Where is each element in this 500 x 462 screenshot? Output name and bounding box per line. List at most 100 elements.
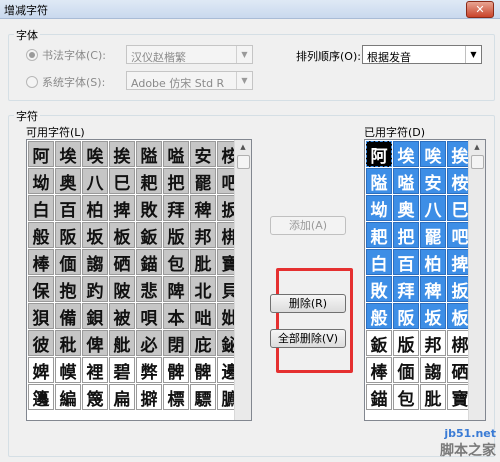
available-char-cell[interactable]: 北 (190, 276, 216, 302)
available-char-cell[interactable]: 白 (28, 195, 54, 221)
available-char-cell[interactable]: 百 (55, 195, 81, 221)
available-char-cell[interactable]: 悲 (136, 276, 162, 302)
available-char-cell[interactable]: 唉 (82, 141, 108, 167)
available-char-cell[interactable]: 舭 (109, 330, 135, 356)
used-char-cell[interactable]: 謅 (420, 357, 446, 383)
available-char-cell[interactable]: 鋇 (82, 303, 108, 329)
available-char-cell[interactable]: 邦 (190, 222, 216, 248)
available-char-cell[interactable]: 狽 (28, 303, 54, 329)
calligraphy-font-select[interactable]: 汉仪赵楷繁 ▼ (126, 45, 253, 64)
used-char-cell[interactable]: 阪 (393, 303, 419, 329)
used-char-cell[interactable]: 偭 (393, 357, 419, 383)
used-char-cell[interactable]: 奥 (393, 195, 419, 221)
available-char-cell[interactable]: 坂 (82, 222, 108, 248)
available-char-cell[interactable]: 阪 (55, 222, 81, 248)
available-char-cell[interactable]: 保 (28, 276, 54, 302)
available-char-cell[interactable]: 髀 (190, 357, 216, 383)
available-char-cell[interactable]: 稗 (190, 195, 216, 221)
available-char-cell[interactable]: 嗌 (163, 141, 189, 167)
used-char-cell[interactable]: 嗌 (393, 168, 419, 194)
available-char-cell[interactable]: 抱 (55, 276, 81, 302)
used-scrollbar[interactable]: ▲ (468, 140, 485, 420)
available-char-cell[interactable]: 婢 (28, 357, 54, 383)
used-char-cell[interactable]: 棒 (366, 357, 392, 383)
add-button[interactable]: 添加(A) (270, 216, 346, 235)
used-chars-grid[interactable]: 阿埃唉挨隘嗌安桉坳奥八巳耙把罷吧白百柏捭敗拜稗扳般阪坂板鈑版邦梆棒偭謅硒錨包肶寶… (364, 139, 486, 421)
available-char-cell[interactable]: 奥 (55, 168, 81, 194)
available-char-cell[interactable]: 板 (109, 222, 135, 248)
system-font-radio[interactable]: 系统字体(S): (26, 74, 105, 90)
used-char-cell[interactable]: 般 (366, 303, 392, 329)
available-char-cell[interactable]: 拜 (163, 195, 189, 221)
used-char-cell[interactable]: 鈑 (366, 330, 392, 356)
used-char-cell[interactable]: 包 (393, 384, 419, 410)
available-char-cell[interactable]: 八 (82, 168, 108, 194)
available-char-cell[interactable]: 般 (28, 222, 54, 248)
available-char-cell[interactable]: 俾 (82, 330, 108, 356)
available-chars-grid[interactable]: 阿埃唉挨隘嗌安桉坳奥八巳耙把罷吧白百柏捭敗拜稗扳般阪坂板鈑版邦梆棒偭謅硒錨包肶寶… (26, 139, 252, 421)
available-char-cell[interactable]: 硒 (109, 249, 135, 275)
sort-order-select[interactable]: 根据发音 ▼ (362, 45, 482, 64)
used-char-cell[interactable]: 錨 (366, 384, 392, 410)
available-char-cell[interactable]: 包 (163, 249, 189, 275)
available-char-cell[interactable]: 謅 (82, 249, 108, 275)
available-char-cell[interactable]: 隘 (136, 141, 162, 167)
available-char-cell[interactable]: 扁 (109, 384, 135, 410)
close-button[interactable]: ✕ (466, 1, 494, 18)
system-font-select[interactable]: Adobe 仿宋 Std R ▼ (126, 71, 253, 90)
available-char-cell[interactable]: 篾 (82, 384, 108, 410)
used-char-cell[interactable]: 隘 (366, 168, 392, 194)
available-char-cell[interactable]: 偭 (55, 249, 81, 275)
delete-button[interactable]: 删除(R) (270, 294, 346, 313)
used-char-cell[interactable]: 邦 (420, 330, 446, 356)
available-char-cell[interactable]: 本 (163, 303, 189, 329)
used-char-cell[interactable]: 把 (393, 222, 419, 248)
used-char-cell[interactable]: 敗 (366, 276, 392, 302)
used-char-cell[interactable]: 坳 (366, 195, 392, 221)
used-char-cell[interactable]: 罷 (420, 222, 446, 248)
used-char-cell[interactable]: 坂 (420, 303, 446, 329)
used-char-cell[interactable]: 白 (366, 249, 392, 275)
available-char-cell[interactable]: 髀 (163, 357, 189, 383)
used-char-cell[interactable]: 拜 (393, 276, 419, 302)
available-char-cell[interactable]: 裡 (82, 357, 108, 383)
scroll-thumb[interactable] (471, 155, 484, 169)
available-char-cell[interactable]: 肶 (190, 249, 216, 275)
available-char-cell[interactable]: 彼 (28, 330, 54, 356)
used-char-cell[interactable]: 阿 (366, 141, 392, 167)
available-char-cell[interactable]: 耙 (136, 168, 162, 194)
used-char-cell[interactable]: 百 (393, 249, 419, 275)
available-char-cell[interactable]: 驃 (190, 384, 216, 410)
used-char-cell[interactable]: 埃 (393, 141, 419, 167)
available-char-cell[interactable]: 秕 (55, 330, 81, 356)
available-char-cell[interactable]: 陂 (109, 276, 135, 302)
scroll-up-icon[interactable]: ▲ (235, 140, 251, 154)
available-char-cell[interactable]: 碧 (109, 357, 135, 383)
available-char-cell[interactable]: 錨 (136, 249, 162, 275)
available-char-cell[interactable]: 罷 (190, 168, 216, 194)
available-char-cell[interactable]: 弊 (136, 357, 162, 383)
used-char-cell[interactable]: 耙 (366, 222, 392, 248)
available-char-cell[interactable]: 敗 (136, 195, 162, 221)
available-char-cell[interactable]: 版 (163, 222, 189, 248)
available-char-cell[interactable]: 安 (190, 141, 216, 167)
available-char-cell[interactable]: 趵 (82, 276, 108, 302)
available-char-cell[interactable]: 埃 (55, 141, 81, 167)
used-char-cell[interactable]: 八 (420, 195, 446, 221)
available-char-cell[interactable]: 唄 (136, 303, 162, 329)
available-char-cell[interactable]: 標 (163, 384, 189, 410)
calligraphy-font-radio[interactable]: 书法字体(C): (26, 47, 106, 63)
delete-all-button[interactable]: 全部删除(V) (270, 329, 346, 348)
used-char-cell[interactable]: 版 (393, 330, 419, 356)
available-char-cell[interactable]: 咄 (190, 303, 216, 329)
available-char-cell[interactable]: 鈑 (136, 222, 162, 248)
available-char-cell[interactable]: 庇 (190, 330, 216, 356)
available-char-cell[interactable]: 陴 (163, 276, 189, 302)
available-char-cell[interactable]: 捭 (109, 195, 135, 221)
available-char-cell[interactable]: 柏 (82, 195, 108, 221)
available-char-cell[interactable]: 備 (55, 303, 81, 329)
available-char-cell[interactable]: 把 (163, 168, 189, 194)
available-char-cell[interactable]: 閉 (163, 330, 189, 356)
available-scrollbar[interactable]: ▲ (234, 140, 251, 420)
used-char-cell[interactable]: 柏 (420, 249, 446, 275)
